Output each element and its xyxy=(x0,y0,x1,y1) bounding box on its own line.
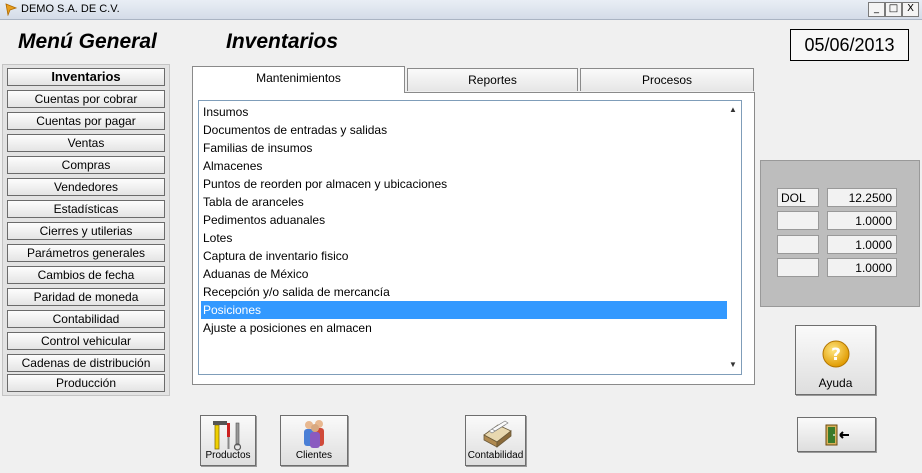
svg-text:?: ? xyxy=(831,345,841,365)
sidebar-item-control-vehicular[interactable]: Control vehicular xyxy=(7,332,165,350)
menu-title: Menú General xyxy=(18,30,157,53)
sidebar-item-parametros-generales[interactable]: Parámetros generales xyxy=(7,244,165,262)
clients-button[interactable]: Clientes xyxy=(280,415,348,466)
sidebar-item-compras[interactable]: Compras xyxy=(7,156,165,174)
help-button-label: Ayuda xyxy=(818,376,853,390)
maximize-button[interactable]: □ xyxy=(885,2,902,17)
list-item[interactable]: Recepción y/o salida de mercancía xyxy=(201,283,727,301)
list-item[interactable]: Puntos de reorden por almacen y ubicacio… xyxy=(201,175,727,193)
file-box-icon xyxy=(483,420,512,448)
currency-code xyxy=(777,235,819,254)
list-item[interactable]: Aduanas de México xyxy=(201,265,727,283)
list-item[interactable]: Lotes xyxy=(201,229,727,247)
sidebar: Inventarios Cuentas por cobrar Cuentas p… xyxy=(2,64,170,396)
list-item[interactable]: Tabla de aranceles xyxy=(201,193,727,211)
sidebar-item-ventas[interactable]: Ventas xyxy=(7,134,165,152)
sidebar-item-cuentas-por-pagar[interactable]: Cuentas por pagar xyxy=(7,112,165,130)
sidebar-item-contabilidad[interactable]: Contabilidad xyxy=(7,310,165,328)
list-item[interactable]: Insumos xyxy=(201,103,727,121)
tools-icon xyxy=(213,421,242,451)
list-item[interactable]: Familias de insumos xyxy=(201,139,727,157)
accounting-button-label: Contabilidad xyxy=(467,450,524,461)
currency-panel: DOL 12.2500 1.0000 1.0000 1.0000 xyxy=(760,160,920,307)
app-icon xyxy=(5,3,18,16)
people-icon xyxy=(304,420,324,448)
sidebar-item-paridad-de-moneda[interactable]: Paridad de moneda xyxy=(7,288,165,306)
clients-button-label: Clientes xyxy=(295,450,333,461)
scroll-down-arrow-icon[interactable]: ▼ xyxy=(726,358,740,372)
window-title: DEMO S.A. DE C.V. xyxy=(21,3,120,15)
list-item[interactable]: Documentos de entradas y salidas xyxy=(201,121,727,139)
sidebar-item-produccion[interactable]: Producción xyxy=(7,374,165,392)
help-button[interactable]: ? Ayuda xyxy=(795,325,876,395)
accounting-button[interactable]: Contabilidad xyxy=(465,415,526,466)
currency-rate: 12.2500 xyxy=(827,188,897,207)
scroll-up-arrow-icon[interactable]: ▲ xyxy=(726,103,740,117)
currency-code xyxy=(777,211,819,230)
tab-procesos[interactable]: Procesos xyxy=(580,68,754,91)
list-item[interactable]: Almacenes xyxy=(201,157,727,175)
sidebar-item-inventarios[interactable]: Inventarios xyxy=(7,68,165,86)
sidebar-item-cadenas-de-distribucion[interactable]: Cadenas de distribución xyxy=(7,354,165,372)
exit-door-icon xyxy=(825,424,849,446)
products-button-label: Productos xyxy=(205,450,251,461)
currency-rate: 1.0000 xyxy=(827,211,897,230)
options-list: Insumos Documentos de entradas y salidas… xyxy=(198,100,742,375)
sidebar-item-estadisticas[interactable]: Estadísticas xyxy=(7,200,165,218)
tab-reportes[interactable]: Reportes xyxy=(407,68,578,91)
products-button[interactable]: Productos xyxy=(200,415,256,466)
minimize-button[interactable]: _ xyxy=(868,2,885,17)
section-title: Inventarios xyxy=(226,30,339,53)
sidebar-item-vendedores[interactable]: Vendedores xyxy=(7,178,165,196)
list-item[interactable]: Captura de inventario fisico xyxy=(201,247,727,265)
title-bar: DEMO S.A. DE C.V. _ □ X xyxy=(0,0,922,20)
question-icon: ? xyxy=(822,340,850,368)
list-item[interactable]: Ajuste a posiciones en almacen xyxy=(201,319,727,337)
currency-rate: 1.0000 xyxy=(827,235,897,254)
currency-rate: 1.0000 xyxy=(827,258,897,277)
currency-code xyxy=(777,258,819,277)
close-button[interactable]: X xyxy=(902,2,919,17)
sidebar-item-cambios-de-fecha[interactable]: Cambios de fecha xyxy=(7,266,165,284)
exit-button[interactable] xyxy=(797,417,876,452)
list-item-selected[interactable]: Posiciones xyxy=(201,301,727,319)
currency-code: DOL xyxy=(777,188,819,207)
date-display: 05/06/2013 xyxy=(790,29,909,61)
sidebar-item-cuentas-por-cobrar[interactable]: Cuentas por cobrar xyxy=(7,90,165,108)
sidebar-item-cierres-y-utilerias[interactable]: Cierres y utilerias xyxy=(7,222,165,240)
tab-mantenimientos[interactable]: Mantenimientos xyxy=(192,66,405,93)
list-item[interactable]: Pedimentos aduanales xyxy=(201,211,727,229)
